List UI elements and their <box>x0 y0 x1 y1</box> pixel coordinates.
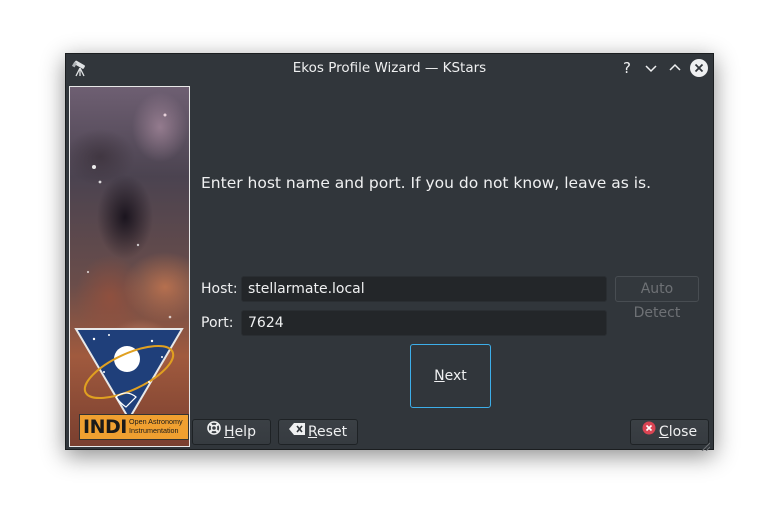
next-mnemonic: N <box>434 368 445 384</box>
host-label: Host: <box>201 281 238 297</box>
indi-label: INDI Open Astronomy Instrumentation <box>79 414 189 440</box>
indi-logo-subtitle: Open Astronomy Instrumentation <box>129 417 183 435</box>
port-input[interactable]: 7624 <box>241 310 607 336</box>
minimize-icon[interactable] <box>642 59 660 77</box>
resize-grip-icon[interactable] <box>700 436 711 452</box>
reset-mnemonic: R <box>307 424 318 440</box>
close-mnemonic: C <box>658 424 669 440</box>
wizard-side-image: INDI Open Astronomy Instrumentation <box>69 86 190 447</box>
port-label: Port: <box>201 315 234 331</box>
next-label-rest: ext <box>444 368 467 384</box>
ekos-profile-wizard-window: Ekos Profile Wizard — KStars ? INDI Open… <box>65 53 714 452</box>
help-icon[interactable]: ? <box>618 59 636 77</box>
window-title: Ekos Profile Wizard — KStars <box>292 60 487 76</box>
help-button[interactable]: Help <box>192 419 271 445</box>
title-bar[interactable]: Ekos Profile Wizard — KStars ? <box>66 54 713 82</box>
help-mnemonic: H <box>224 424 235 440</box>
indi-logo: INDI Open Astronomy Instrumentation <box>74 327 189 442</box>
reset-label-rest: eset <box>317 424 348 440</box>
maximize-icon[interactable] <box>666 59 684 77</box>
next-button[interactable]: Next <box>410 344 491 408</box>
close-label-rest: lose <box>668 424 698 440</box>
instructions-text: Enter host name and port. If you do not … <box>201 174 652 192</box>
host-input[interactable]: stellarmate.local <box>241 276 607 302</box>
reset-button[interactable]: Reset <box>278 419 358 445</box>
help-label-rest: elp <box>234 424 256 440</box>
close-button[interactable]: Close <box>630 419 709 445</box>
indi-subtitle-line1: Open Astronomy <box>129 417 183 426</box>
clear-backspace-icon <box>288 419 305 443</box>
indi-logo-text: INDI <box>83 416 127 438</box>
lifebuoy-help-icon <box>207 419 221 443</box>
close-circle-icon <box>642 419 656 443</box>
close-icon[interactable] <box>690 59 708 77</box>
indi-subtitle-line2: Instrumentation <box>129 426 179 435</box>
auto-detect-button[interactable]: Auto Detect <box>615 276 699 321</box>
